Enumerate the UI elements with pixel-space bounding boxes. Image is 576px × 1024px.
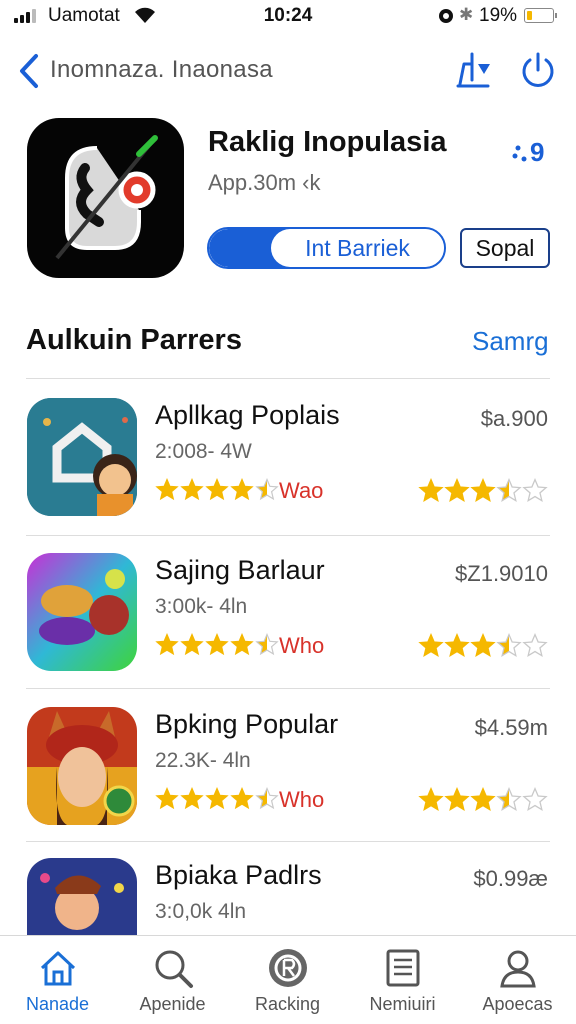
star-icon bbox=[155, 787, 179, 810]
list-item-downloads: 3:00k- 4ln bbox=[155, 595, 248, 618]
divider bbox=[26, 535, 550, 536]
star-icon bbox=[255, 633, 279, 656]
star-icon bbox=[522, 787, 548, 811]
rank-dots-icon bbox=[512, 145, 527, 162]
list-item-stars bbox=[155, 633, 279, 657]
list-item[interactable]: Apllkag Poplais 2:008- 4W Wao $a.900 bbox=[0, 398, 576, 552]
star-icon bbox=[230, 478, 254, 501]
divider bbox=[26, 378, 550, 379]
tab-search[interactable]: Apenide bbox=[115, 936, 230, 1024]
list-item-name: Sajing Barlaur bbox=[155, 555, 325, 585]
app-icon bbox=[27, 118, 184, 278]
list-item-price: $0.99æ bbox=[473, 866, 548, 891]
star-icon bbox=[155, 478, 179, 501]
list-item-downloads: 3:0,0k 4ln bbox=[155, 900, 247, 923]
power-icon[interactable] bbox=[518, 50, 558, 90]
tab-list[interactable]: Nemiuiri bbox=[345, 936, 460, 1024]
search-icon bbox=[155, 950, 193, 988]
star-icon bbox=[496, 787, 522, 811]
tab-label: Apoecas bbox=[482, 994, 553, 1014]
list-item-icon bbox=[27, 398, 137, 516]
list-item-icon bbox=[27, 553, 137, 671]
app-subtitle: App.30m ‹k bbox=[208, 170, 321, 195]
tab-label: Nemiuiri bbox=[369, 994, 436, 1014]
ranking-icon bbox=[268, 949, 307, 987]
list-item-icon bbox=[27, 707, 137, 825]
star-icon bbox=[230, 787, 254, 810]
star-icon bbox=[418, 633, 444, 657]
list-item-stars bbox=[155, 478, 279, 502]
star-icon bbox=[522, 478, 548, 502]
secondary-button[interactable]: Sopal bbox=[460, 228, 550, 268]
list-item-stars bbox=[155, 787, 279, 811]
list-item-rating bbox=[418, 633, 548, 659]
chevron-left-icon[interactable] bbox=[14, 52, 44, 90]
orientation-lock-icon bbox=[439, 9, 453, 23]
star-icon bbox=[205, 633, 229, 656]
nav-title: Inomnaza. Inaonasa bbox=[50, 56, 273, 83]
star-icon bbox=[205, 787, 229, 810]
list-item-price: $4.59m bbox=[474, 715, 548, 740]
star-icon bbox=[418, 787, 444, 811]
list-item-tag: Wao bbox=[279, 478, 324, 503]
star-icon bbox=[180, 787, 204, 810]
home-icon bbox=[40, 951, 75, 986]
divider bbox=[26, 688, 550, 689]
app-rank-value: 9 bbox=[530, 137, 545, 167]
star-icon bbox=[470, 787, 496, 811]
list-item-tag: Who bbox=[279, 787, 325, 812]
tab-label: Nanade bbox=[25, 994, 90, 1014]
star-icon bbox=[496, 633, 522, 657]
tab-bar: Nanade Apenide Racking Nemiuiri Apoecas bbox=[0, 935, 576, 1024]
list-item-downloads: 22.3K- 4ln bbox=[155, 749, 251, 772]
star-icon bbox=[180, 633, 204, 656]
list-item-downloads: 2:008- 4W bbox=[155, 440, 252, 463]
tab-profile[interactable]: Apoecas bbox=[460, 936, 575, 1024]
tab-label: Racking bbox=[254, 994, 321, 1014]
list-item[interactable]: Sajing Barlaur 3:00k- 4ln Who $Z1.9010 bbox=[0, 553, 576, 707]
app-rank: 9 bbox=[512, 137, 544, 168]
divider bbox=[26, 841, 550, 842]
see-all-link[interactable]: Samrg bbox=[472, 326, 549, 357]
status-bar: Uamotat 10:24 ✱ 19% bbox=[0, 0, 576, 34]
list-item-tag: Who bbox=[279, 633, 325, 658]
star-icon bbox=[155, 633, 179, 656]
share-icon[interactable] bbox=[452, 50, 494, 90]
list-item-name: Bpiaka Padlrs bbox=[155, 860, 322, 890]
battery-icon bbox=[524, 8, 557, 23]
tab-home[interactable]: Nanade bbox=[0, 936, 115, 1024]
star-icon bbox=[470, 478, 496, 502]
star-icon bbox=[470, 633, 496, 657]
list-item-name: Bpking Popular bbox=[155, 709, 339, 739]
list-item[interactable]: Bpking Popular 22.3K- 4ln Who $4.59m bbox=[0, 707, 576, 861]
get-button-label: Int Barriek bbox=[305, 235, 410, 261]
star-icon bbox=[205, 478, 229, 501]
list-item-name: Apllkag Poplais bbox=[155, 400, 340, 430]
list-item-price: $a.900 bbox=[480, 406, 548, 431]
list-icon bbox=[386, 949, 419, 987]
list-item-price: $Z1.9010 bbox=[455, 561, 548, 586]
list-item-rating bbox=[418, 787, 548, 813]
tab-label: Apenide bbox=[139, 994, 206, 1014]
bluetooth-icon: ✱ bbox=[459, 5, 474, 24]
star-icon bbox=[522, 633, 548, 657]
star-icon bbox=[255, 787, 279, 810]
star-icon bbox=[444, 787, 470, 811]
get-button[interactable]: Int Barriek bbox=[207, 227, 446, 269]
profile-icon bbox=[499, 950, 536, 988]
star-icon bbox=[496, 478, 522, 502]
star-icon bbox=[418, 478, 444, 502]
section-title: Aulkuin Parrers bbox=[26, 324, 242, 356]
star-icon bbox=[444, 478, 470, 502]
app-title: Raklig Inopulasia bbox=[208, 126, 447, 158]
list-item-rating bbox=[418, 478, 548, 504]
star-icon bbox=[444, 633, 470, 657]
star-icon bbox=[230, 633, 254, 656]
tab-ranking[interactable]: Racking bbox=[230, 936, 345, 1024]
battery-percent: 19% bbox=[479, 5, 518, 26]
star-icon bbox=[180, 478, 204, 501]
star-icon bbox=[255, 478, 279, 501]
